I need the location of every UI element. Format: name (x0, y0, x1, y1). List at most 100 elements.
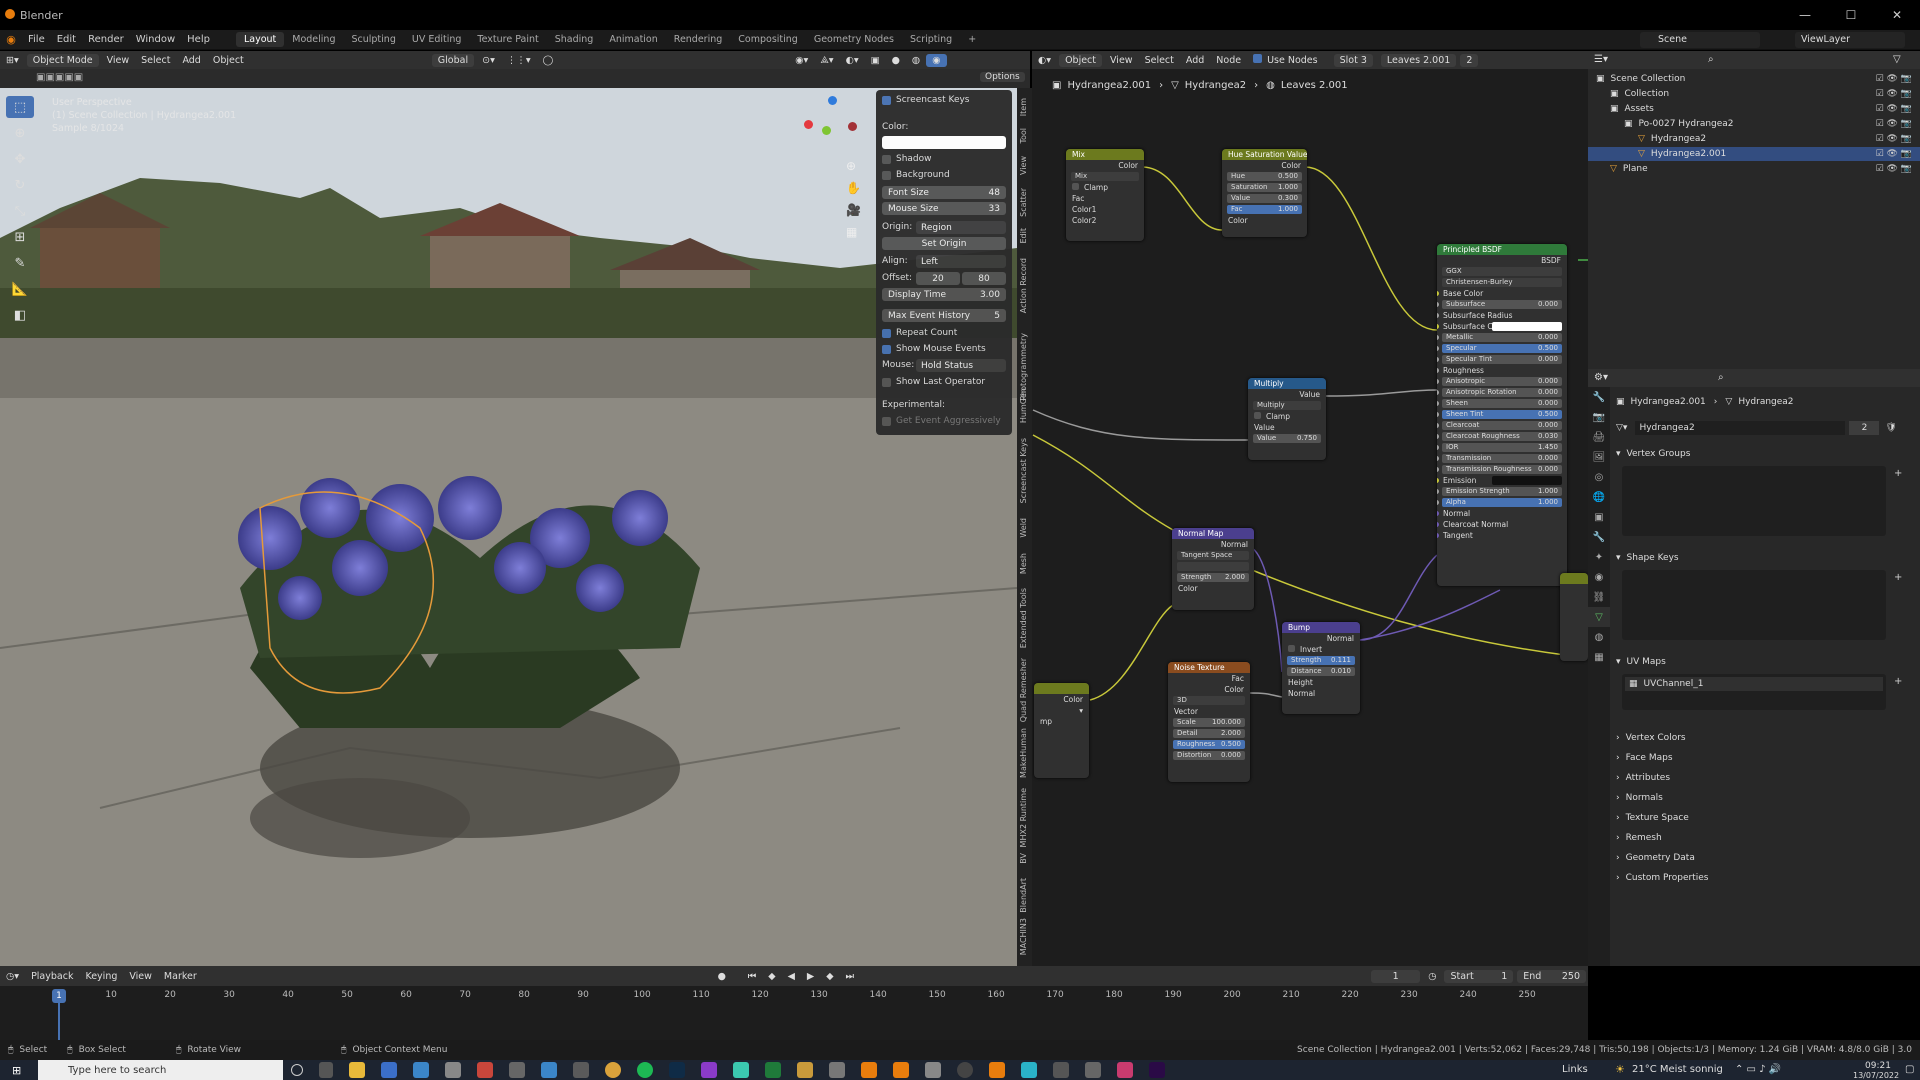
sk-aggressive-checkbox[interactable] (882, 416, 891, 426)
ortho-grid-icon[interactable]: ▦ (846, 221, 860, 243)
side-tab-edit[interactable]: Edit (1019, 228, 1030, 244)
app-icon-6[interactable] (509, 1062, 525, 1078)
properties-search-icon[interactable]: ⌕ (1718, 372, 1724, 383)
tl-menu-view[interactable]: View (123, 970, 158, 983)
node-normal-map-uv[interactable] (1177, 562, 1249, 571)
minimize-button[interactable]: — (1782, 0, 1828, 30)
tab-shading[interactable]: Shading (547, 32, 602, 47)
app-icon-22[interactable] (1021, 1062, 1037, 1078)
menu-help[interactable]: Help (181, 34, 216, 45)
bsdf-input-row[interactable]: Clearcoat Roughness 0.030 (1437, 431, 1567, 442)
properties-type-icon[interactable]: ⚙▾ (1594, 372, 1608, 383)
outliner-row[interactable]: ▣ Po-0027 Hydrangea2 ☑ 👁 📷 (1588, 117, 1920, 131)
task-view-icon[interactable] (319, 1062, 333, 1078)
node-mix-clamp-checkbox[interactable] (1072, 183, 1079, 190)
app-icon-24[interactable] (1085, 1062, 1101, 1078)
3d-viewport[interactable] (0, 88, 1017, 966)
bsdf-input-row[interactable]: Emission (1437, 475, 1567, 486)
current-frame-field[interactable]: 1 (1371, 969, 1421, 983)
close-button[interactable]: ✕ (1874, 0, 1920, 30)
pan-icon[interactable]: ✋ (846, 177, 861, 199)
overlay-icon[interactable]: ◐▾ (840, 54, 865, 67)
ne-menu-select[interactable]: Select (1139, 54, 1180, 67)
bsdf-input-row[interactable]: Emission Strength 1.000 (1437, 486, 1567, 497)
camera-icon[interactable]: 🎥 (846, 199, 861, 221)
node-noise-distortion[interactable]: Distortion 0.000 (1173, 751, 1245, 760)
node-principled-bsdf[interactable]: Principled BSDF BSDF GGX Christensen-Bur… (1437, 244, 1567, 586)
start-frame-field[interactable]: Start 1 (1444, 969, 1514, 983)
node-noise-detail[interactable]: Detail 2.000 (1173, 729, 1245, 738)
viewlayer-selector[interactable]: ViewLayer (1795, 32, 1905, 48)
node-hsv-fac[interactable]: Fac 1.000 (1227, 205, 1302, 214)
bsdf-input-row[interactable]: Transmission 0.000 (1437, 453, 1567, 464)
data-tab-icon[interactable]: ▽ (1588, 607, 1610, 627)
app-icon-8[interactable] (573, 1062, 589, 1078)
side-tab-scatter[interactable]: Scatter (1019, 188, 1030, 217)
photoshop-icon[interactable] (669, 1062, 685, 1078)
bsdf-input-row[interactable]: Subsurface C... (1437, 321, 1567, 332)
explorer-icon[interactable] (349, 1062, 365, 1078)
node-noise-texture[interactable]: Noise Texture Fac Color 3D Vector Scale 1… (1168, 662, 1250, 782)
tl-editor-type-icon[interactable]: ◷▾ (0, 970, 25, 983)
prop-section-header[interactable]: › Custom Properties (1616, 870, 1916, 886)
bsdf-input-row[interactable]: Alpha 1.000 (1437, 497, 1567, 508)
app-icon-5[interactable] (477, 1062, 493, 1078)
sk-header[interactable]: Screencast Keys (882, 93, 970, 107)
side-tab-quad-remesher[interactable]: Quad Remesher (1019, 658, 1030, 722)
bsdf-socket[interactable] (1437, 445, 1439, 450)
bsdf-input-row[interactable]: Anisotropic Rotation 0.000 (1437, 387, 1567, 398)
sk-repeat-count-checkbox[interactable] (882, 328, 891, 338)
node-hsv-val[interactable]: Value 0.300 (1227, 194, 1302, 203)
node-bump[interactable]: Bump Normal Invert Strength 0.111 Distanc… (1282, 622, 1360, 714)
object-tab-icon[interactable]: ▣ (1588, 507, 1610, 527)
add-item-icon[interactable]: + (1894, 468, 1902, 479)
bsdf-input-row[interactable]: IOR 1.450 (1437, 442, 1567, 453)
preview-range-icon[interactable]: ◷ (1422, 970, 1442, 983)
xray-icon[interactable]: ▣ (865, 54, 886, 67)
bsdf-input-row[interactable]: Clearcoat Normal (1437, 519, 1567, 530)
bsdf-input-row[interactable]: Subsurface Radius (1437, 310, 1567, 321)
outliner-row[interactable]: ▣ Scene Collection ☑ 👁 📷 (1588, 72, 1920, 86)
windows-start-icon[interactable]: ⊞ (12, 1064, 21, 1077)
move-tool-icon[interactable]: ✥ (6, 148, 34, 170)
prop-section-header[interactable]: › Remesh (1616, 830, 1916, 846)
vp-menu-add[interactable]: Add (176, 54, 206, 67)
bsdf-input-row[interactable]: Transmission Roughness 0.000 (1437, 464, 1567, 475)
bsdf-field[interactable]: Sheen Tint 0.500 (1442, 410, 1562, 419)
side-tab-blendart[interactable]: BlendArt (1019, 878, 1030, 913)
menu-render[interactable]: Render (82, 34, 130, 45)
tab-texture-paint[interactable]: Texture Paint (469, 32, 546, 47)
shading-solid-icon[interactable]: ● (886, 54, 906, 67)
tab-modeling[interactable]: Modeling (284, 32, 343, 47)
bsdf-field[interactable]: Specular 0.500 (1442, 344, 1562, 353)
scene-tab-icon[interactable]: ◎ (1588, 467, 1610, 487)
sk-max-history-field[interactable]: Max Event History 5 (882, 309, 1006, 322)
visibility-toggles-icon[interactable]: ☑ 👁 📷 (1876, 134, 1912, 144)
menu-window[interactable]: Window (130, 34, 181, 45)
proportional-icon[interactable]: ◯ (537, 54, 560, 67)
visibility-toggles-icon[interactable]: ☑ 👁 📷 (1876, 149, 1912, 159)
bsdf-input-row[interactable]: Specular Tint 0.000 (1437, 354, 1567, 365)
node-multiply[interactable]: Multiply Value Multiply Clamp Value Valu… (1248, 378, 1326, 460)
gizmo-x-icon[interactable] (804, 120, 813, 129)
node-bump-invert-checkbox[interactable] (1288, 645, 1295, 652)
ne-editor-type-icon[interactable]: ◐▾ (1032, 54, 1057, 67)
sk-enable-checkbox[interactable] (882, 95, 891, 105)
record-icon[interactable]: ● (712, 970, 732, 983)
tab-scripting[interactable]: Scripting (902, 32, 960, 47)
bsdf-field[interactable]: Transmission 0.000 (1442, 454, 1562, 463)
tab-layout[interactable]: Layout (235, 32, 285, 47)
node-bsdf-distribution[interactable]: GGX (1442, 267, 1562, 276)
add-item-icon[interactable]: + (1894, 572, 1902, 583)
cortana-icon[interactable] (291, 1064, 303, 1076)
play-icon[interactable]: ▶ (801, 970, 820, 983)
prop-section-header[interactable]: › Geometry Data (1616, 850, 1916, 866)
visibility-toggles-icon[interactable]: ☑ 👁 📷 (1876, 89, 1912, 99)
app-icon-14[interactable] (765, 1062, 781, 1078)
blender-task-icon-2[interactable] (893, 1062, 909, 1078)
node-bsdf-sss-method[interactable]: Christensen-Burley (1442, 278, 1562, 287)
crumb-material[interactable]: Leaves 2.001 (1281, 80, 1348, 91)
prev-key-icon[interactable]: ◆ (762, 970, 781, 983)
premiere-icon[interactable] (1149, 1062, 1165, 1078)
side-tab-mhx2[interactable]: MHX2 Runtime (1019, 788, 1030, 847)
